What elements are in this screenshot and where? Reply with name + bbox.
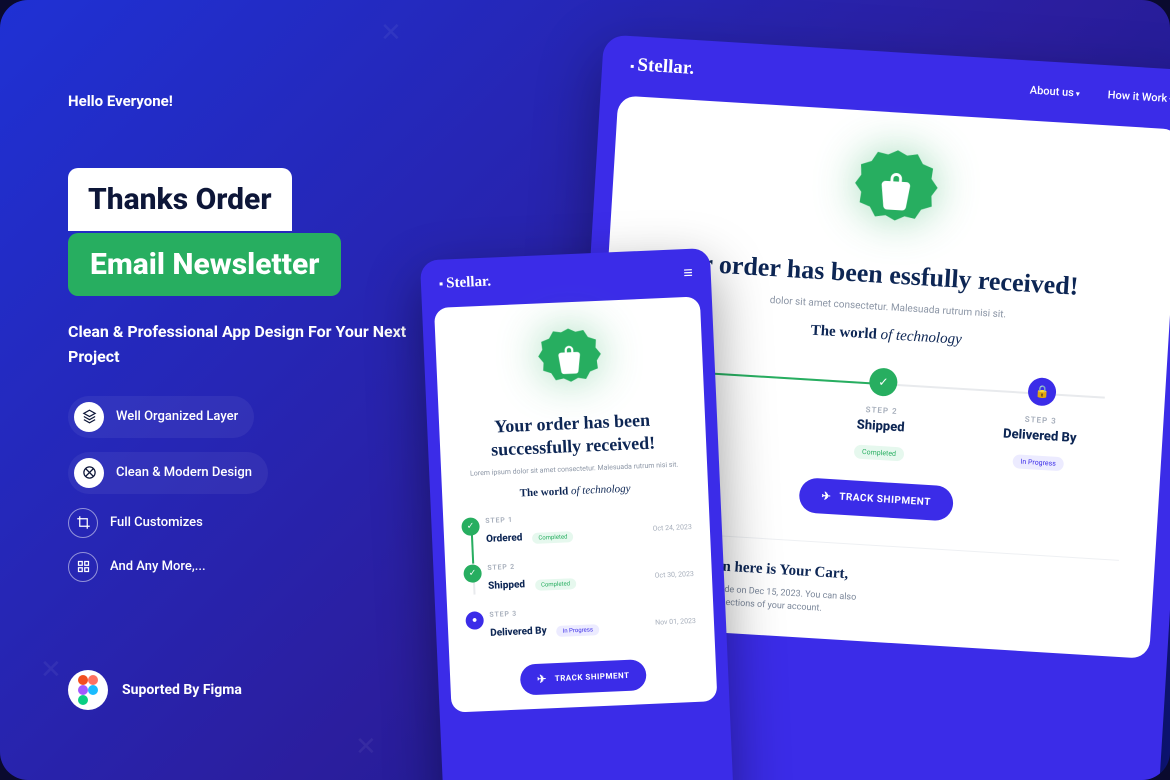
feature-item: Well Organized Layer <box>68 396 254 438</box>
email-subtext: Lorem ipsum dolor sit amet consectetur. … <box>459 460 689 480</box>
feature-item: And Any More,... <box>68 552 448 582</box>
figma-badge: Suported By Figma <box>68 670 242 710</box>
check-icon: ✓ <box>463 564 482 583</box>
lock-icon: 🔒 <box>1028 377 1058 407</box>
feature-item: Clean & Modern Design <box>68 452 268 494</box>
figma-icon <box>68 670 108 710</box>
mobile-mockup: Stellar. ≡ Your order has been successfu… <box>420 248 734 780</box>
layers-icon <box>74 402 104 432</box>
feature-item: Full Customizes <box>68 508 448 538</box>
nav-link[interactable]: About us <box>1030 83 1081 99</box>
brand-logo: Stellar. <box>439 273 492 292</box>
lock-icon: ● <box>465 611 484 630</box>
brand-logo: Stellar. <box>630 54 695 80</box>
basket-badge-icon <box>532 323 607 398</box>
heading-line-1: Thanks Order <box>68 168 292 231</box>
track-shipment-button[interactable]: TRACK SHIPMENT <box>799 477 954 521</box>
subtitle: Clean & Professional App Design For Your… <box>68 320 448 370</box>
email-tagline: The world of technology <box>460 480 690 502</box>
email-heading: Your order has been successfully receive… <box>457 407 689 462</box>
nav-link[interactable]: How it Work <box>1107 88 1170 105</box>
design-icon <box>74 458 104 488</box>
grid-icon <box>68 552 98 582</box>
check-icon: ✓ <box>461 517 480 536</box>
basket-badge-icon <box>845 142 946 243</box>
heading-line-2: Email Newsletter <box>68 233 341 296</box>
check-icon: ✓ <box>869 367 899 397</box>
hamburger-icon[interactable]: ≡ <box>683 263 693 283</box>
crop-icon <box>68 508 98 538</box>
greeting: Hello Everyone! <box>68 92 448 110</box>
track-shipment-button[interactable]: TRACK SHIPMENT <box>519 659 647 695</box>
